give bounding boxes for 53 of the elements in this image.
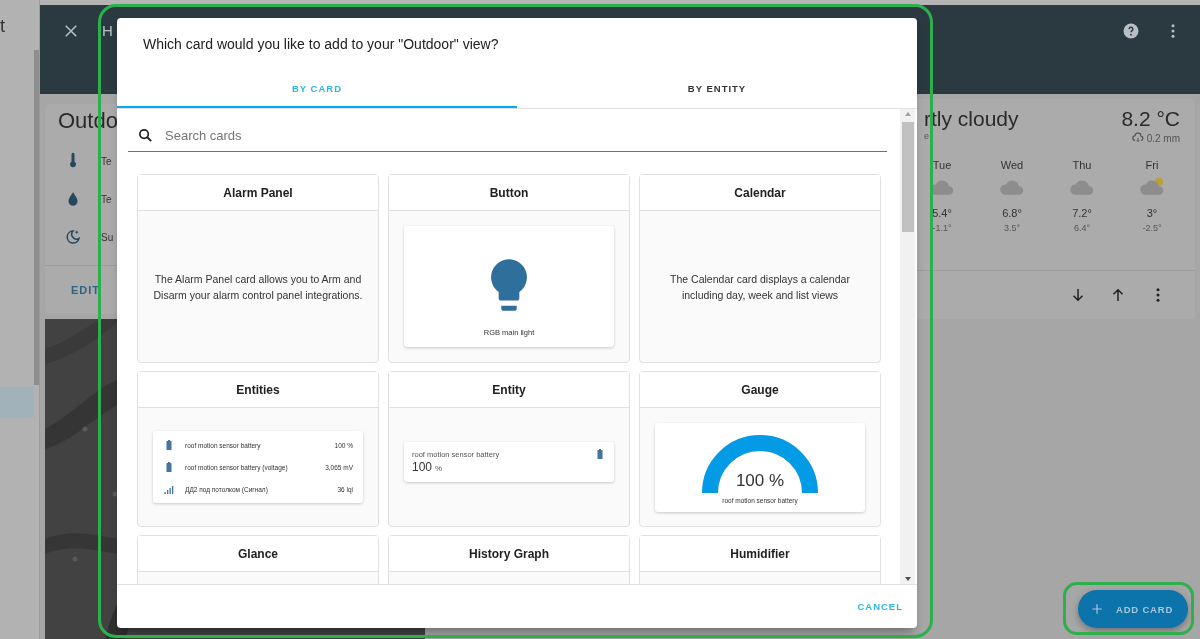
entity-name: Su — [101, 231, 114, 243]
sun-cloud-icon — [1139, 177, 1165, 197]
search-field[interactable]: Search cards — [163, 126, 887, 144]
card-title: Humidifier — [730, 546, 790, 561]
rain-cloud-icon — [1130, 131, 1145, 145]
help-icon[interactable] — [1122, 22, 1140, 40]
forecast-day: Thu — [1072, 159, 1092, 171]
scrollbar[interactable] — [34, 50, 39, 385]
card-description: The Alarm Panel card allows you to Arm and Disarm your alarm control panel integrations. — [153, 271, 363, 303]
moon-icon — [64, 228, 82, 246]
entity-unit: % — [435, 464, 443, 473]
card-title: Entity — [492, 382, 526, 397]
precipitation-value: 0.2 mm — [1146, 132, 1180, 144]
card-option[interactable]: Humidifier — [639, 535, 881, 584]
high-temperature: 5.4° — [932, 207, 952, 219]
scrollbar[interactable] — [900, 109, 915, 584]
low-temperature: 6.4° — [1073, 223, 1091, 233]
entity-name: Te — [101, 155, 112, 167]
card-option[interactable]: History Graph — [388, 535, 630, 584]
forecast-day: Wed — [1000, 159, 1024, 171]
card-description: The Calendar card displays a calendar including day, week and list views — [669, 271, 851, 303]
high-temperature: 3° — [1146, 207, 1158, 219]
entity-value: 100 — [412, 460, 433, 474]
card-option[interactable]: Calendar The Calendar card displays a calendar including day, week and list views — [639, 174, 881, 363]
temperature-value: 8.2 °C — [1121, 107, 1180, 131]
card-title: Glance — [238, 546, 278, 561]
gauge-value: 100 % — [735, 470, 785, 491]
weather-location: e — [924, 131, 930, 141]
forecast-day: Tue — [932, 159, 952, 171]
forecast-day: Fri — [1145, 159, 1159, 171]
header-title: H — [102, 22, 113, 39]
signal-icon — [163, 483, 175, 495]
high-temperature: 7.2° — [1072, 207, 1092, 219]
card-title: Button — [489, 185, 529, 200]
card-title: Gauge — [741, 382, 779, 397]
plus-icon — [1090, 602, 1104, 616]
card-title: Alarm Panel — [223, 185, 293, 200]
dialog-title: Which card would you like to add to your "Outdoor" view? — [143, 36, 499, 52]
entity-name: Te — [101, 193, 112, 205]
card-title: History Graph — [469, 546, 549, 561]
low-temperature: -1.1° — [932, 223, 952, 233]
search-icon — [137, 126, 154, 144]
scrollbar-thumb[interactable] — [901, 122, 914, 232]
card-title: Entities — [236, 382, 280, 397]
card-option[interactable]: Alarm Panel The Alarm Panel card allows you to Arm and Disarm your alarm control panel integrations. — [137, 174, 379, 363]
tab[interactable]: BY ENTITY — [517, 70, 917, 108]
high-temperature: 6.8° — [1002, 207, 1022, 219]
card-title: Calendar — [734, 185, 786, 200]
card-option[interactable]: Glance — [137, 535, 379, 584]
close-icon[interactable] — [62, 22, 80, 40]
sidebar-title: t — [0, 15, 6, 34]
low-temperature: 3.5° — [1003, 223, 1021, 233]
low-temperature: -2.5° — [1142, 223, 1162, 233]
